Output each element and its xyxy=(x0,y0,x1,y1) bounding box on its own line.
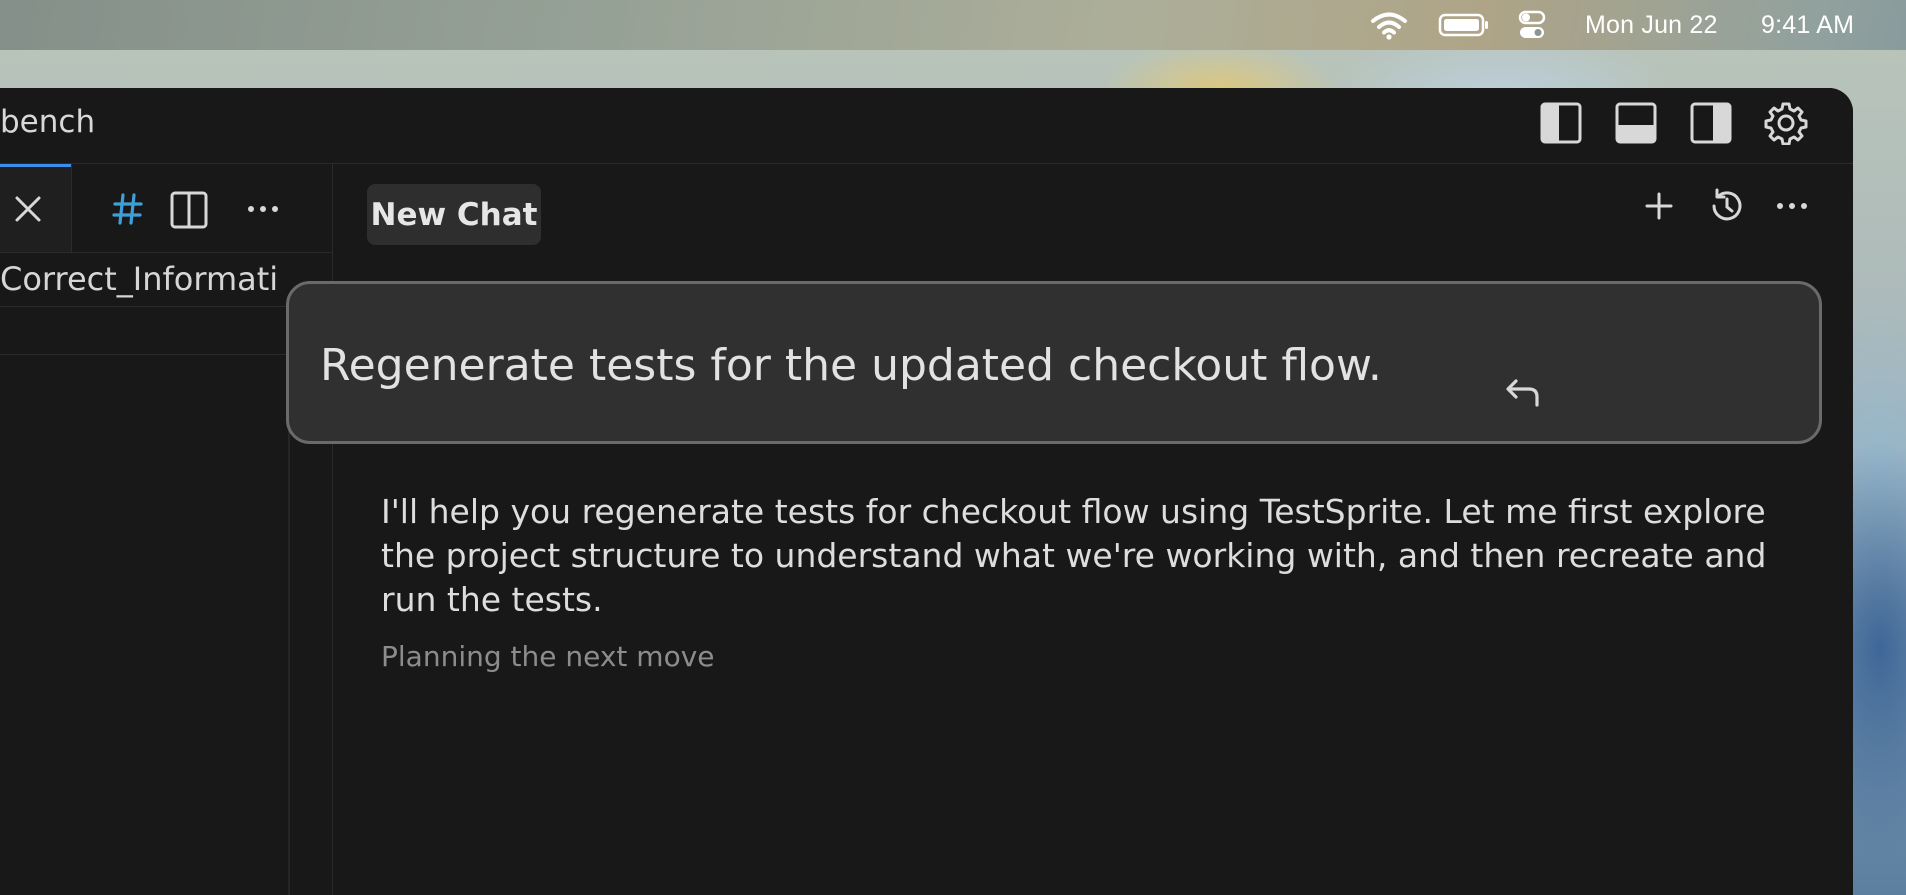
battery-icon[interactable] xyxy=(1438,0,1490,50)
new-chat-plus-icon[interactable] xyxy=(1637,184,1681,228)
return-icon[interactable] xyxy=(1503,375,1543,411)
toggle-right-sidebar-icon[interactable] xyxy=(1689,101,1733,145)
assistant-status: Planning the next move xyxy=(381,640,715,673)
wifi-icon[interactable] xyxy=(1369,0,1409,50)
history-icon[interactable] xyxy=(1705,184,1749,228)
menubar-date[interactable]: Mon Jun 22 xyxy=(1585,0,1718,50)
editor-tab-strip xyxy=(0,164,332,253)
settings-gear-icon[interactable] xyxy=(1764,101,1808,145)
editor-panel: Correct_Informati xyxy=(0,164,333,895)
control-center-icon[interactable] xyxy=(1518,0,1546,50)
menubar-time[interactable]: 9:41 AM xyxy=(1761,0,1854,50)
editor-breadcrumb-row xyxy=(0,307,332,355)
toggle-bottom-panel-icon[interactable] xyxy=(1614,101,1658,145)
toggle-left-sidebar-icon[interactable] xyxy=(1539,101,1583,145)
window-title: bench xyxy=(0,104,96,140)
assistant-response: I'll help you regenerate tests for check… xyxy=(381,492,1767,619)
active-tab-indicator xyxy=(0,164,71,167)
new-chat-tab[interactable]: New Chat xyxy=(367,184,541,245)
editor-gutter-divider xyxy=(288,354,290,895)
close-icon[interactable] xyxy=(13,194,43,224)
menu-bar: Mon Jun 22 9:41 AM xyxy=(0,0,1906,50)
title-bar: bench xyxy=(0,88,1853,164)
split-editor-icon[interactable] xyxy=(170,191,208,229)
editor-active-tab[interactable] xyxy=(0,164,72,252)
editor-filename[interactable]: Correct_Informati xyxy=(0,252,332,307)
user-prompt-text: Regenerate tests for the updated checkou… xyxy=(320,340,1382,391)
more-options-icon[interactable] xyxy=(1775,201,1819,245)
more-icon[interactable] xyxy=(246,204,280,214)
hash-icon[interactable] xyxy=(112,192,144,226)
user-prompt-bubble[interactable]: Regenerate tests for the updated checkou… xyxy=(286,281,1822,444)
